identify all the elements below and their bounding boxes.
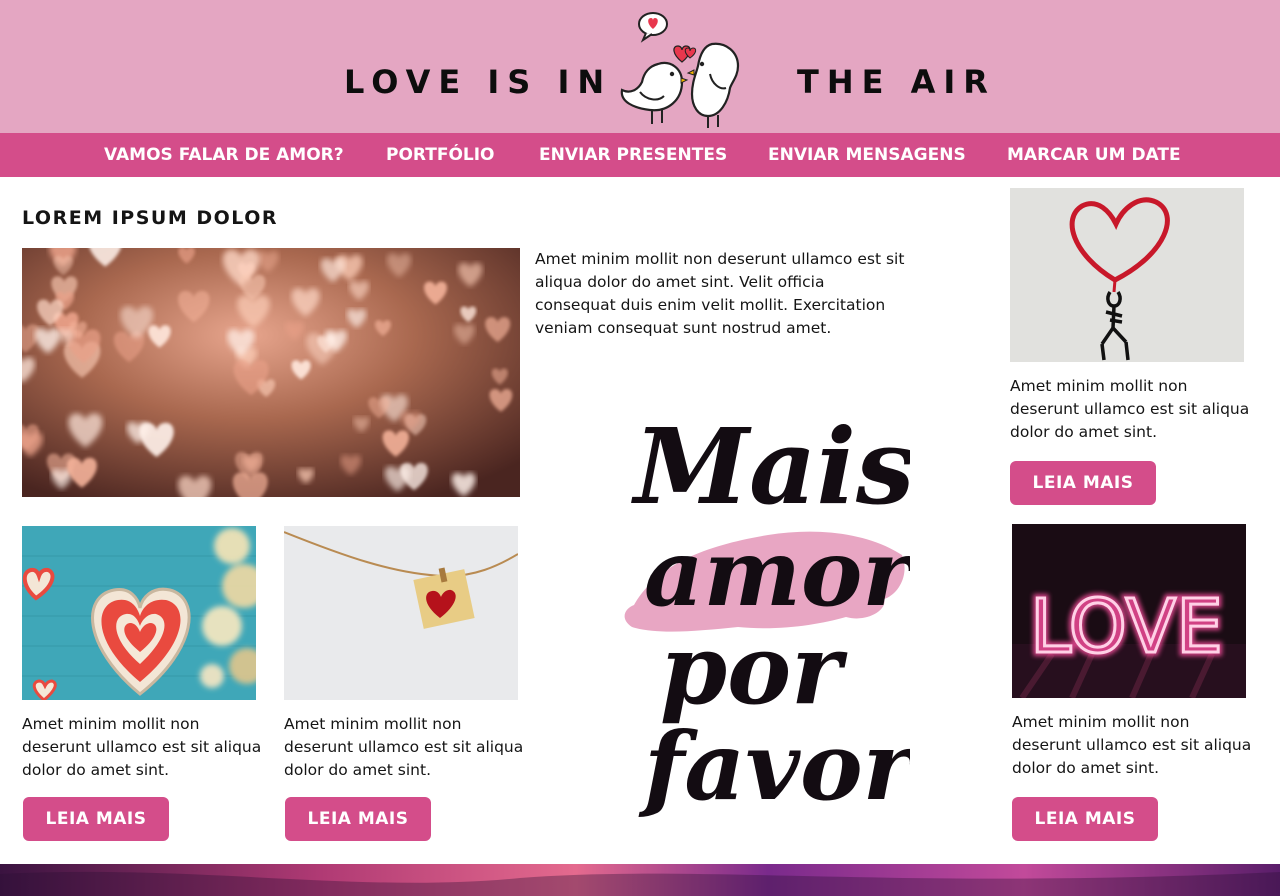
footer-decorative-banner bbox=[0, 864, 1280, 896]
section-title: LOREM IPSUM DOLOR bbox=[22, 207, 278, 229]
heart-wall-image bbox=[22, 526, 256, 700]
lettering-line-2: amor bbox=[644, 519, 910, 627]
read-more-button[interactable]: LEIA MAIS bbox=[1012, 797, 1158, 841]
lettering-line-4: favor bbox=[638, 712, 910, 822]
brand-title-right: THE AIR bbox=[797, 63, 996, 101]
hero-bokeh-hearts-image bbox=[22, 248, 520, 497]
kissing-birds-icon[interactable] bbox=[612, 4, 752, 130]
site-header: LOVE IS IN THE AIR bbox=[0, 0, 1280, 133]
lettering-line-3: por bbox=[660, 613, 848, 726]
neon-love-sign-image: LOVE LOVE bbox=[1012, 524, 1246, 698]
read-more-button[interactable]: LEIA MAIS bbox=[23, 797, 169, 841]
nav-item-vamos-falar-de-amor[interactable]: VAMOS FALAR DE AMOR? bbox=[104, 133, 344, 177]
nav-item-marcar-um-date[interactable]: MARCAR UM DATE bbox=[1007, 133, 1181, 177]
nav-item-enviar-mensagens[interactable]: ENVIAR MENSAGENS bbox=[768, 133, 966, 177]
hanging-heart-note-image bbox=[284, 526, 518, 700]
intro-paragraph: Amet minim mollit non deserunt ullamco e… bbox=[535, 250, 905, 337]
card-text: Amet minim mollit non deserunt ullamco e… bbox=[22, 715, 262, 779]
neon-word: LOVE bbox=[1030, 584, 1223, 670]
graffiti-heart-balloon-image bbox=[1010, 188, 1244, 362]
nav-item-enviar-presentes[interactable]: ENVIAR PRESENTES bbox=[539, 133, 727, 177]
lettering-line-1: Mais bbox=[631, 405, 910, 528]
nav-item-portfolio[interactable]: PORTFÓLIO bbox=[386, 133, 495, 177]
brand-title-left: LOVE IS IN bbox=[344, 63, 613, 101]
read-more-button[interactable]: LEIA MAIS bbox=[285, 797, 431, 841]
read-more-button[interactable]: LEIA MAIS bbox=[1010, 461, 1156, 505]
card-text: Amet minim mollit non deserunt ullamco e… bbox=[284, 715, 524, 779]
card-text: Amet minim mollit non deserunt ullamco e… bbox=[1012, 713, 1252, 777]
card-text: Amet minim mollit non deserunt ullamco e… bbox=[1010, 377, 1250, 441]
main-nav: VAMOS FALAR DE AMOR? PORTFÓLIO ENVIAR PR… bbox=[0, 133, 1280, 177]
mais-amor-por-favor-lettering: Mais amor por favor bbox=[624, 405, 910, 822]
